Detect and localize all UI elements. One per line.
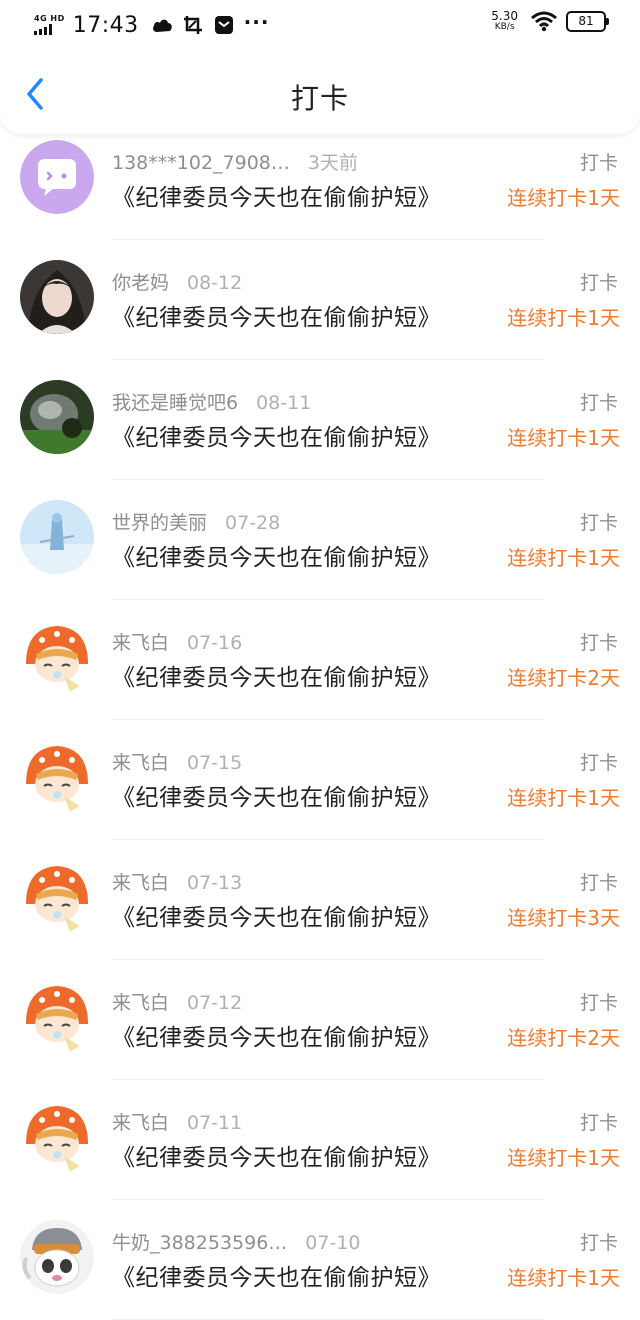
list-item[interactable]: 我还是睡觉吧6 08-11 《纪律委员今天也在偷偷护短》 打卡连续打卡1天 [0, 360, 640, 480]
avatar[interactable] [20, 500, 94, 574]
speed-unit: KB/s [494, 22, 515, 32]
network-type: 4G HD [34, 14, 65, 23]
book-title: 《纪律委员今天也在偷偷护短》 [112, 305, 441, 331]
more-notifications-icon: ··· [243, 10, 270, 34]
book-title: 《纪律委员今天也在偷偷护短》 [112, 905, 441, 931]
page-title: 打卡 [290, 82, 349, 115]
book-title: 《纪律委员今天也在偷偷护短》 [112, 185, 441, 211]
user-name[interactable]: 我还是睡觉吧6 [112, 388, 238, 415]
entry-meta: 138***102_7908… 3天前 [112, 148, 358, 175]
battery-level: 81 [578, 14, 594, 28]
list-item[interactable]: 138***102_7908… 3天前《纪律委员今天也在偷偷护短》 打卡连续打卡1天 [0, 120, 640, 240]
book-title: 《纪律委员今天也在偷偷护短》 [112, 1145, 441, 1171]
entry-meta: 来飞白 07-16 [112, 628, 242, 655]
book-title: 《纪律委员今天也在偷偷护短》 [112, 1025, 441, 1051]
battery-icon: 81 [566, 10, 609, 32]
message-icon [213, 14, 235, 36]
user-name[interactable]: 你老妈 [112, 268, 169, 295]
streak-label: 连续打卡3天 [507, 906, 620, 930]
checkin-tag: 打卡 [579, 992, 618, 1014]
streak-label: 连续打卡1天 [507, 1266, 620, 1290]
entry-time: 07-12 [187, 992, 243, 1014]
network-indicator: 4G HD [34, 15, 65, 35]
entry-time: 08-12 [187, 272, 243, 294]
user-name[interactable]: 来飞白 [112, 868, 169, 895]
checkin-tag: 打卡 [579, 872, 618, 894]
entry-time: 07-15 [187, 752, 243, 774]
list-item[interactable]: 世界的美丽 07-28 《纪律委员今天也在偷偷护短》 打卡连续打卡1天 [0, 480, 640, 600]
crop-icon [182, 14, 204, 36]
book-title: 《纪律委员今天也在偷偷护短》 [112, 545, 441, 571]
entry-time: 3天前 [307, 152, 358, 174]
streak-label: 连续打卡2天 [507, 666, 620, 690]
list-item[interactable]: 来飞白 07-13 《纪律委员今天也在偷偷护短》 打卡连续打卡3天 [0, 840, 640, 960]
streak-label: 连续打卡1天 [507, 306, 620, 330]
list-item[interactable]: 来飞白 07-16 《纪律委员今天也在偷偷护短》 打卡连续打卡2天 [0, 600, 640, 720]
checkin-tag: 打卡 [579, 392, 618, 414]
user-name[interactable]: 牛奶_388253596… [112, 1228, 287, 1255]
cloud-icon [151, 14, 173, 36]
entry-time: 07-28 [225, 512, 281, 534]
clock: 17:43 [72, 12, 139, 38]
speed-value: 5.30 [491, 9, 518, 23]
book-title: 《纪律委员今天也在偷偷护短》 [112, 1265, 441, 1291]
status-bar: 4G HD 17:43 ··· 5.30 KB/s 81 [0, 0, 640, 50]
avatar[interactable] [20, 620, 94, 694]
avatar[interactable] [20, 380, 94, 454]
streak-label: 连续打卡1天 [507, 426, 620, 450]
entry-time: 08-11 [256, 392, 312, 414]
entry-meta: 来飞白 07-15 [112, 748, 242, 775]
checkin-tag: 打卡 [579, 512, 618, 534]
list-item[interactable]: 来飞白 07-12 《纪律委员今天也在偷偷护短》 打卡连续打卡2天 [0, 960, 640, 1080]
user-name[interactable]: 世界的美丽 [112, 508, 207, 535]
book-title: 《纪律委员今天也在偷偷护短》 [112, 425, 441, 451]
streak-label: 连续打卡2天 [507, 1026, 620, 1050]
avatar[interactable] [20, 260, 94, 334]
entry-meta: 你老妈 08-12 [112, 268, 242, 295]
user-name[interactable]: 来飞白 [112, 628, 169, 655]
avatar[interactable] [20, 1100, 94, 1174]
entry-meta: 世界的美丽 07-28 [112, 508, 280, 535]
entry-meta: 来飞白 07-13 [112, 868, 242, 895]
checkin-tag: 打卡 [579, 1232, 618, 1254]
book-title: 《纪律委员今天也在偷偷护短》 [112, 785, 441, 811]
checkin-tag: 打卡 [579, 752, 618, 774]
entry-time: 07-10 [305, 1232, 361, 1254]
entry-meta: 我还是睡觉吧6 08-11 [112, 388, 311, 415]
entry-meta: 牛奶_388253596… 07-10 [112, 1228, 361, 1255]
entry-time: 07-13 [187, 872, 243, 894]
checkin-tag: 打卡 [579, 272, 618, 294]
user-name[interactable]: 来飞白 [112, 748, 169, 775]
list-item[interactable]: 你老妈 08-12 《纪律委员今天也在偷偷护短》 打卡连续打卡1天 [0, 240, 640, 360]
checkin-tag: 打卡 [579, 152, 618, 174]
list-item[interactable]: 牛奶_388253596… 07-10 《纪律委员今天也在偷偷护短》 打卡连续打卡1天 [0, 1200, 640, 1320]
user-name[interactable]: 来飞白 [112, 1108, 169, 1135]
wifi-icon [530, 10, 558, 32]
list-item[interactable]: 来飞白 07-15 《纪律委员今天也在偷偷护短》 打卡连续打卡1天 [0, 720, 640, 840]
entry-time: 07-16 [187, 632, 243, 654]
checkin-tag: 打卡 [579, 1112, 618, 1134]
streak-label: 连续打卡1天 [507, 786, 620, 810]
checkin-list: 138***102_7908… 3天前 《纪律委员今天也在偷偷护短》 打卡 连续打卡1天… [0, 120, 640, 1320]
avatar[interactable] [20, 140, 94, 214]
list-item[interactable]: 来飞白 07-11 《纪律委员今天也在偷偷护短》 打卡连续打卡1天 [0, 1080, 640, 1200]
streak-label: 连续打卡1天 [507, 546, 620, 570]
entry-meta: 来飞白 07-12 [112, 988, 242, 1015]
streak-label: 连续打卡1天 [507, 1146, 620, 1170]
network-speed: 5.30 KB/s [491, 10, 518, 32]
checkin-tag: 打卡 [579, 632, 618, 654]
signal-icon [34, 24, 52, 35]
user-name[interactable]: 138***102_7908… [112, 152, 290, 174]
entry-time: 07-11 [187, 1112, 243, 1134]
entry-meta: 来飞白 07-11 [112, 1108, 242, 1135]
user-name[interactable]: 来飞白 [112, 988, 169, 1015]
avatar[interactable] [20, 860, 94, 934]
avatar[interactable] [20, 980, 94, 1054]
book-title: 《纪律委员今天也在偷偷护短》 [112, 665, 441, 691]
streak-label: 连续打卡1天 [507, 186, 620, 210]
title-bar: 打卡 [0, 50, 640, 134]
avatar[interactable] [20, 740, 94, 814]
avatar[interactable] [20, 1220, 94, 1294]
